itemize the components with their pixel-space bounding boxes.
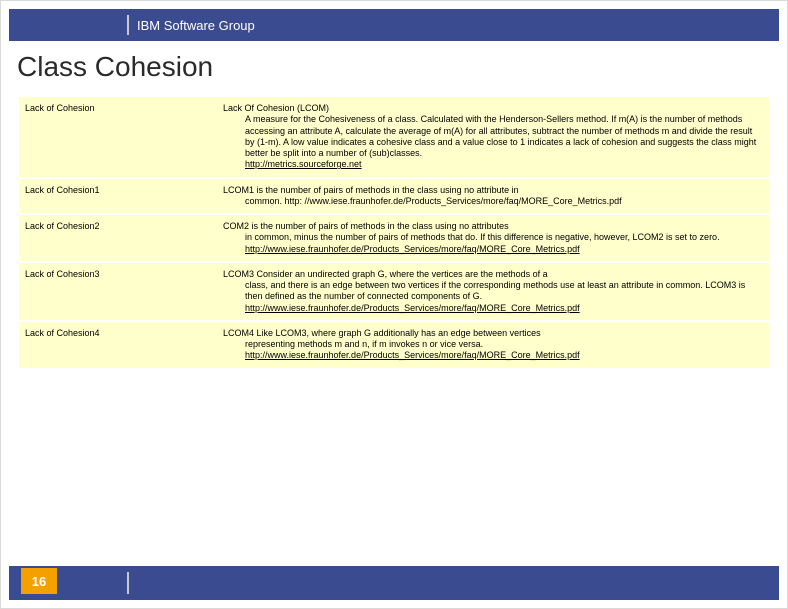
- metric-def: LCOM3 Consider an undirected graph G, wh…: [223, 269, 763, 314]
- header-group-title: IBM Software Group: [137, 18, 255, 33]
- metric-name: Lack of Cohesion4: [25, 328, 223, 362]
- table-row: Lack of Cohesion2 COM2 is the number of …: [19, 215, 769, 263]
- header-divider: [127, 15, 129, 35]
- metric-link[interactable]: http://metrics.sourceforge.net: [245, 159, 362, 169]
- metric-head: Lack Of Cohesion (LCOM): [223, 103, 763, 114]
- metric-name: Lack of Cohesion1: [25, 185, 223, 208]
- footer-band: [9, 566, 779, 600]
- page-title: Class Cohesion: [17, 51, 213, 83]
- metric-def: COM2 is the number of pairs of methods i…: [223, 221, 763, 255]
- page-number: 16: [21, 568, 57, 594]
- metric-name: Lack of Cohesion3: [25, 269, 223, 314]
- table-row: Lack of Cohesion Lack Of Cohesion (LCOM)…: [19, 97, 769, 179]
- metric-link[interactable]: http://www.iese.fraunhofer.de/Products_S…: [245, 303, 580, 313]
- table-row: Lack of Cohesion4 LCOM4 Like LCOM3, wher…: [19, 322, 769, 368]
- header-band: IBM Software Group: [9, 9, 779, 41]
- metric-head: LCOM1 is the number of pairs of methods …: [223, 185, 763, 196]
- metric-def: LCOM1 is the number of pairs of methods …: [223, 185, 763, 208]
- metric-name: Lack of Cohesion: [25, 103, 223, 171]
- metric-head: LCOM4 Like LCOM3, where graph G addition…: [223, 328, 763, 339]
- metric-link[interactable]: http://www.iese.fraunhofer.de/Products_S…: [245, 350, 580, 360]
- slide: IBM Software Group Class Cohesion Lack o…: [0, 0, 788, 609]
- metric-def: Lack Of Cohesion (LCOM) A measure for th…: [223, 103, 763, 171]
- metric-def: LCOM4 Like LCOM3, where graph G addition…: [223, 328, 763, 362]
- metric-head: LCOM3 Consider an undirected graph G, wh…: [223, 269, 763, 280]
- metric-name: Lack of Cohesion2: [25, 221, 223, 255]
- table-row: Lack of Cohesion3 LCOM3 Consider an undi…: [19, 263, 769, 322]
- metric-head: COM2 is the number of pairs of methods i…: [223, 221, 763, 232]
- table-row: Lack of Cohesion1 LCOM1 is the number of…: [19, 179, 769, 216]
- metric-desc: A measure for the Cohesiveness of a clas…: [223, 114, 763, 159]
- metric-desc: in common, minus the number of pairs of …: [223, 232, 763, 243]
- metric-desc: class, and there is an edge between two …: [223, 280, 763, 303]
- metrics-table: Lack of Cohesion Lack Of Cohesion (LCOM)…: [19, 97, 769, 368]
- metric-desc: representing methods m and n, if m invok…: [223, 339, 763, 350]
- footer-divider: [127, 572, 129, 594]
- metric-desc: common. http: //www.iese.fraunhofer.de/P…: [223, 196, 763, 207]
- metric-link[interactable]: http://www.iese.fraunhofer.de/Products_S…: [245, 244, 580, 254]
